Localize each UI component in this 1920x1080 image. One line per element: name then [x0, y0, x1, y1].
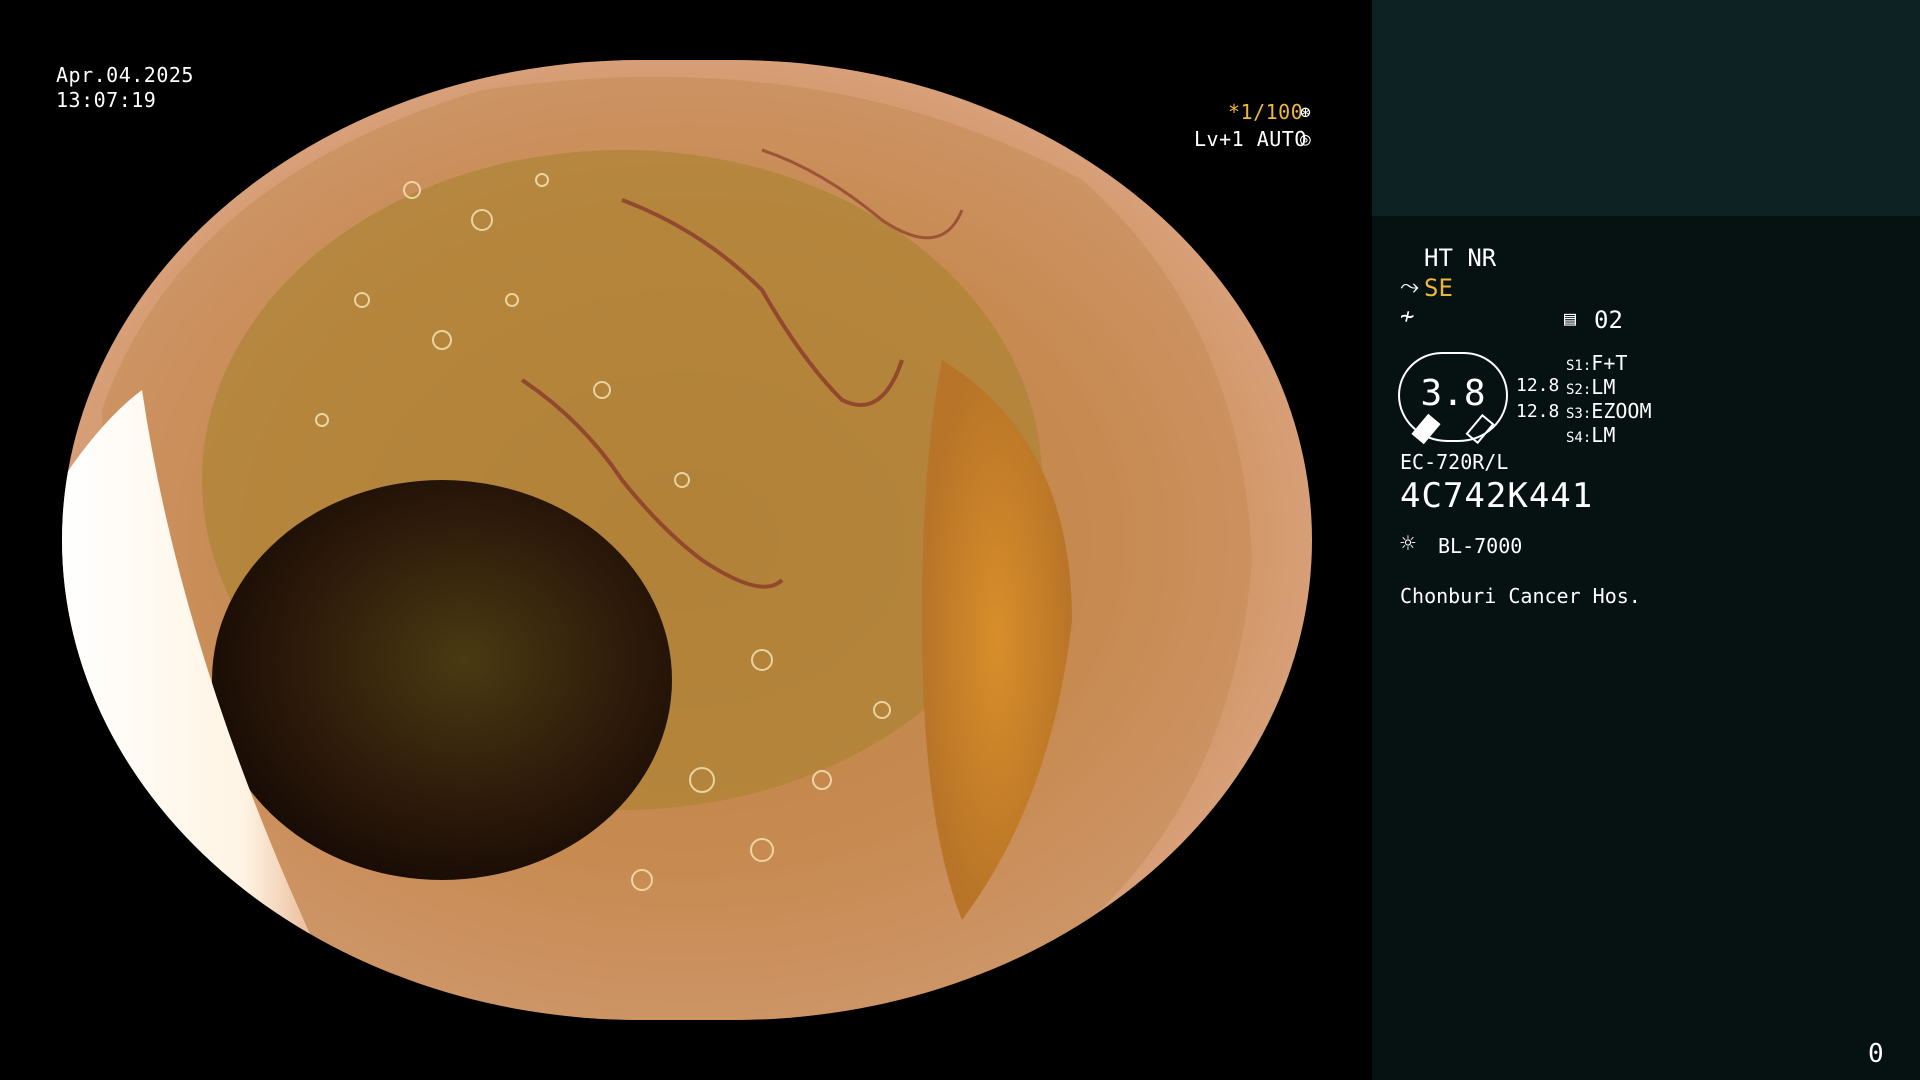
iris-icon: ◎	[1300, 129, 1312, 150]
panel-header-area	[1372, 0, 1920, 216]
zoom-gauge: 3.8	[1398, 352, 1508, 445]
endoscopic-image	[62, 60, 1312, 1020]
aperture-icon: ⊛	[1300, 102, 1312, 123]
status-panel: HT NR ⤳ SE ≁ ▤ 02 3.8 12.8 12.8 S1:F+T S…	[1372, 0, 1920, 1080]
shutter-speed-label: *1/100	[1228, 100, 1304, 124]
gauge-right-marker	[1465, 413, 1495, 445]
se-label: SE	[1424, 274, 1453, 302]
memory-icon: ▤	[1564, 306, 1577, 330]
hospital-name: Chonburi Cancer Hos.	[1400, 584, 1641, 608]
mode-label: HT NR	[1424, 244, 1497, 272]
gauge-left-marker	[1411, 413, 1441, 445]
switch-item: S4:LM	[1566, 423, 1616, 447]
date-label: Apr.04.2025	[56, 63, 194, 87]
light-source-label: BL-7000	[1438, 534, 1523, 558]
time-label: 13:07:19	[56, 88, 157, 112]
endoscope-view: Apr.04.2025 13:07:19 *1/100 ⊛ Lv+1 AUTO …	[0, 0, 1372, 1080]
light-source-icon: ☼	[1400, 529, 1416, 559]
page-number: 0	[1868, 1039, 1884, 1069]
scope-model-label: EC-720R/L	[1400, 450, 1509, 474]
gauge-left-value: 12.8	[1516, 375, 1560, 396]
level-label: Lv+1 AUTO	[1194, 127, 1307, 151]
freeze-icon: ≁	[1400, 302, 1415, 330]
memory-value: 02	[1594, 306, 1623, 334]
serial-number: 4C742K441	[1400, 476, 1594, 516]
gauge-right-value: 12.8	[1516, 401, 1560, 422]
scope-tip-icon: ⤳	[1400, 272, 1420, 300]
gauge-value: 3.8	[1420, 373, 1486, 414]
